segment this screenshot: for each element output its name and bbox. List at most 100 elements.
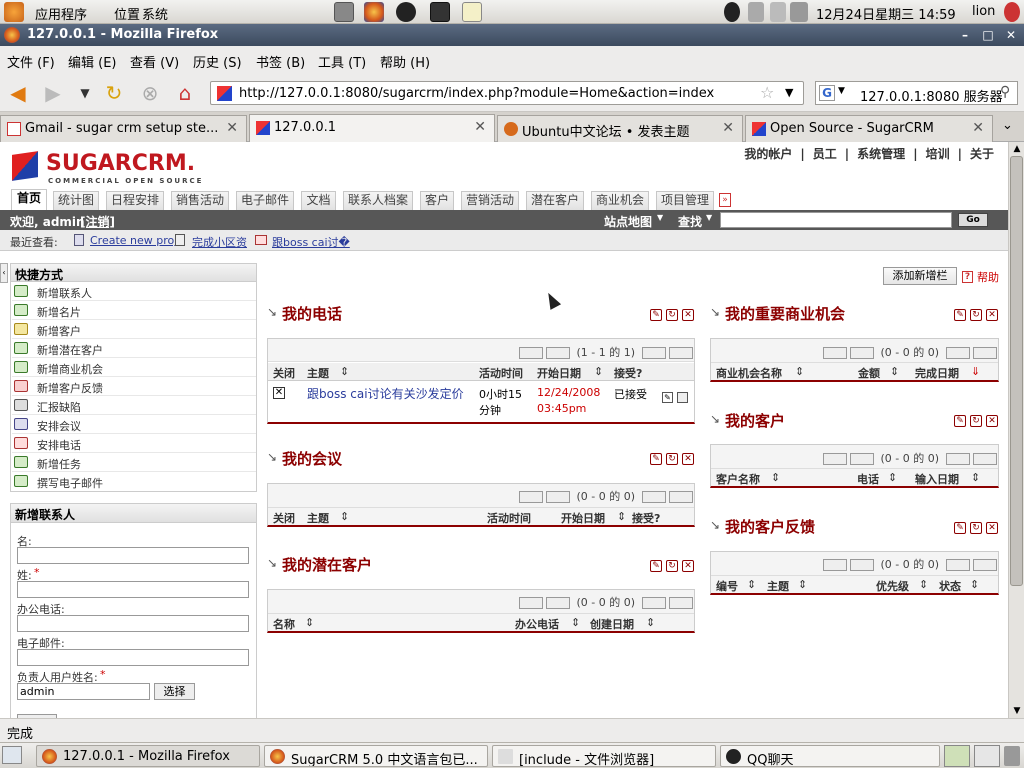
col-subject[interactable]: 主题 (307, 365, 329, 381)
col-case-number[interactable]: 编号 (716, 578, 738, 594)
link-about[interactable]: 关于 (970, 147, 994, 161)
col-account-name[interactable]: 客户名称 (716, 471, 760, 487)
calculator-icon[interactable] (334, 2, 354, 22)
edit-dashlet-icon[interactable]: ✎ (650, 309, 662, 321)
close-dashlet-icon[interactable]: ✕ (682, 453, 694, 465)
clock[interactable]: 12月24日星期三 14:59 (816, 4, 956, 23)
shortcut-report-bug[interactable]: 汇报缺陷 (12, 396, 256, 415)
first-page-icon[interactable] (519, 491, 543, 503)
tab-opensource-sugarcrm[interactable]: Open Source - SugarCRM ✕ (745, 115, 993, 142)
shortcut-compose-email[interactable]: 撰写电子邮件 (12, 472, 256, 491)
last-page-icon[interactable] (668, 347, 693, 359)
more-tabs-icon[interactable]: » (719, 193, 731, 207)
link-training[interactable]: 培训 (926, 147, 950, 161)
link-admin[interactable]: 系统管理 (857, 147, 905, 161)
first-page-icon[interactable] (519, 597, 543, 609)
next-page-icon[interactable] (641, 597, 666, 609)
tab-gmail[interactable]: Gmail - sugar crm setup ste... ✕ (0, 115, 247, 142)
prev-page-icon[interactable] (850, 347, 874, 359)
call-subject-link[interactable]: 跟boss cai讨论有关沙发定价 (307, 385, 464, 402)
shortcut-new-account[interactable]: 新增客户 (12, 320, 256, 339)
sitemap-arrow-icon[interactable]: ▼ (657, 213, 663, 222)
refresh-dashlet-icon[interactable]: ↻ (970, 309, 982, 321)
col-name[interactable]: 名称 (273, 616, 295, 632)
taskbar-qq[interactable]: QQ聊天 (720, 745, 940, 767)
shortcut-schedule-call[interactable]: 安排电话 (12, 434, 256, 453)
link-employees[interactable]: 员工 (813, 147, 837, 161)
recent-item[interactable]: Create new proj (90, 234, 177, 247)
back-icon[interactable]: ◀ (5, 81, 31, 107)
module-tab-accounts[interactable]: 客户 (420, 191, 454, 210)
sitemap-link[interactable]: 站点地图 (604, 213, 652, 230)
help-icon[interactable]: ? (962, 271, 973, 283)
close-window-button[interactable]: ✕ (1003, 27, 1019, 43)
reload-icon[interactable]: ↻ (101, 81, 127, 107)
col-amount[interactable]: 金额 (858, 365, 880, 381)
search-engine-icon[interactable]: G (819, 85, 835, 101)
first-page-icon[interactable] (823, 347, 847, 359)
keyboard-icon[interactable] (770, 2, 786, 22)
next-page-icon[interactable] (945, 347, 970, 359)
firefox-icon[interactable] (4, 27, 20, 43)
last-page-icon[interactable] (668, 597, 693, 609)
col-created-date[interactable]: 创建日期 (590, 616, 634, 632)
sort-icon[interactable]: ⇕ (798, 578, 807, 591)
power-icon[interactable] (1004, 2, 1020, 22)
col-priority[interactable]: 优先级 (876, 578, 909, 594)
menu-edit[interactable]: 编辑 (E) (68, 52, 117, 71)
edit-dashlet-icon[interactable]: ✎ (954, 415, 966, 427)
select-user-button[interactable]: 选择 (154, 683, 195, 700)
col-phone[interactable]: 电话 (857, 471, 879, 487)
module-tab-emails[interactable]: 电子邮件 (236, 191, 294, 210)
workspace-2[interactable] (974, 745, 1000, 767)
module-tab-activities[interactable]: 销售活动 (171, 191, 229, 210)
network-icon[interactable] (748, 2, 764, 22)
module-tab-projects[interactable]: 项目管理 (656, 191, 714, 210)
sort-icon[interactable]: ⇕ (646, 616, 655, 629)
last-name-input[interactable] (17, 581, 249, 598)
url-text[interactable]: http://127.0.0.1:8080/sugarcrm/index.php… (239, 86, 714, 101)
link-my-account[interactable]: 我的帐户 (744, 147, 792, 161)
scroll-down-icon[interactable]: ▼ (1010, 704, 1024, 718)
sort-icon[interactable]: ⇕ (890, 365, 899, 378)
sort-icon[interactable]: ⇕ (970, 578, 979, 591)
refresh-dashlet-icon[interactable]: ↻ (970, 522, 982, 534)
module-tab-opportunities[interactable]: 商业机会 (591, 191, 649, 210)
sort-icon[interactable]: ⇕ (340, 510, 349, 523)
sort-icon[interactable]: ⇕ (617, 510, 626, 523)
last-page-icon[interactable] (668, 491, 693, 503)
forward-icon[interactable]: ▶ (40, 81, 66, 107)
sort-icon[interactable]: ⇕ (919, 578, 928, 591)
shortcut-new-contact[interactable]: 新增联系人 (12, 282, 256, 301)
shortcut-new-opportunity[interactable]: 新增商业机会 (12, 358, 256, 377)
first-page-icon[interactable] (823, 453, 847, 465)
show-desktop-icon[interactable] (2, 746, 22, 764)
search-input[interactable]: 127.0.0.1:8080 服务器 (860, 86, 1003, 105)
close-tab-icon[interactable]: ✕ (722, 120, 734, 136)
shortcut-schedule-meeting[interactable]: 安排会议 (12, 415, 256, 434)
col-start-date[interactable]: 开始日期 (561, 510, 605, 526)
prev-page-icon[interactable] (546, 347, 570, 359)
menu-tools[interactable]: 工具 (T) (318, 52, 366, 71)
collapse-sidebar-icon[interactable]: ‹ (0, 263, 8, 283)
email-input[interactable] (17, 649, 249, 666)
url-bar[interactable]: http://127.0.0.1:8080/sugarcrm/index.php… (210, 81, 804, 105)
module-tab-campaigns[interactable]: 营销活动 (461, 191, 519, 210)
close-tab-icon[interactable]: ✕ (226, 120, 238, 136)
qq-tray-icon[interactable] (724, 2, 740, 22)
close-dashlet-icon[interactable]: ✕ (986, 309, 998, 321)
refresh-dashlet-icon[interactable]: ↻ (666, 560, 678, 572)
sort-icon[interactable]: ⇕ (340, 365, 349, 378)
search-arrow-icon[interactable]: ▼ (706, 213, 712, 222)
logout-link[interactable]: [注销] (80, 213, 115, 230)
search-bar[interactable]: G ▼ 127.0.0.1:8080 服务器 ⚲ (815, 81, 1018, 105)
close-dashlet-icon[interactable]: ✕ (682, 560, 694, 572)
office-phone-input[interactable] (17, 615, 249, 632)
shortcut-new-case[interactable]: 新增客户反馈 (12, 377, 256, 396)
shortcut-new-business-card[interactable]: 新增名片 (12, 301, 256, 320)
last-page-icon[interactable] (972, 559, 997, 571)
user-name[interactable]: lion (972, 4, 995, 19)
prev-page-icon[interactable] (546, 597, 570, 609)
edit-dashlet-icon[interactable]: ✎ (954, 522, 966, 534)
prev-page-icon[interactable] (850, 453, 874, 465)
